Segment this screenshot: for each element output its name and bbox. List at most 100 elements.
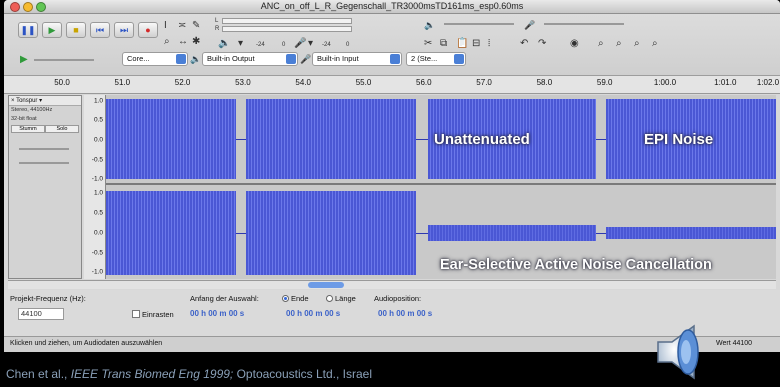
sync-lock-icon[interactable]: ◉ — [570, 38, 579, 49]
pause-button[interactable]: ❚❚ — [18, 22, 38, 38]
record-button[interactable]: ● — [138, 22, 158, 38]
track-control-panel: × Tonspur ▾ Stereo, 44100Hz 32-bit float… — [8, 95, 82, 279]
track-buttons: Stumm Solo — [11, 125, 79, 133]
title-bar: ANC_on_off_L_R_Gegenschall_TR3000msTD161… — [4, 0, 780, 14]
record-volume-slider[interactable] — [544, 23, 624, 25]
noise-burst — [246, 99, 416, 179]
mute-button[interactable]: Stumm — [11, 125, 45, 133]
y-tick: 0.5 — [93, 209, 103, 217]
mic-volume-icon: 🎤 — [524, 20, 536, 30]
selection-start-label: Anfang der Auswahl: — [190, 294, 259, 303]
ruler-tick: 59.0 — [596, 78, 613, 87]
ruler-tick: 1:00.0 — [653, 78, 677, 87]
skip-end-button[interactable]: ⏭ — [114, 22, 134, 38]
playback-meter[interactable] — [222, 18, 352, 24]
audio-position-time[interactable]: 00 h 00 m 00 s — [378, 309, 432, 318]
timeshift-tool-icon[interactable]: ↔ — [178, 36, 188, 47]
undo-icon[interactable]: ↶ — [520, 38, 528, 49]
output-device-value: Built-in Output — [207, 54, 255, 63]
y-tick: 0.0 — [93, 229, 103, 237]
redo-icon[interactable]: ↷ — [538, 38, 546, 49]
noise-burst — [106, 99, 236, 179]
draw-tool-icon[interactable]: ✎ — [192, 20, 200, 31]
trim-icon[interactable]: ⊟ — [472, 38, 480, 49]
citation: Chen et al., IEEE Trans Biomed Eng 1999;… — [6, 367, 372, 381]
ruler-tick: 55.0 — [355, 78, 372, 87]
channels-select[interactable]: 2 (Ste... — [406, 52, 466, 66]
skip-start-button[interactable]: ⏮ — [90, 22, 110, 38]
unattenuated-label: Unattenuated — [434, 131, 530, 148]
ruler-tick: 50.0 — [54, 78, 70, 87]
scrollbar-thumb[interactable] — [308, 282, 344, 288]
selection-end-time[interactable]: 00 h 00 m 00 s — [286, 309, 340, 318]
meter-tick: -24 — [256, 42, 265, 48]
pan-slider[interactable] — [19, 162, 69, 164]
playback-volume-slider[interactable] — [444, 23, 514, 25]
record-meter[interactable] — [222, 26, 352, 32]
ruler-tick: 54.0 — [295, 78, 311, 87]
horizontal-scrollbar[interactable] — [8, 280, 776, 289]
speaker-icon: 🔈 — [218, 38, 231, 49]
paste-icon[interactable]: 📋 — [456, 38, 468, 49]
multi-tool-icon[interactable]: ✱ — [192, 36, 200, 47]
cut-icon[interactable]: ✂ — [424, 38, 432, 49]
silence-icon[interactable]: ⦙ — [488, 38, 490, 49]
length-radio[interactable]: Länge — [324, 294, 356, 303]
zoom-in-icon[interactable]: ⌕ — [598, 38, 604, 49]
track-info-1: Stereo, 44100Hz — [11, 107, 53, 113]
meter-tick: 0 — [282, 42, 286, 48]
envelope-tool-icon[interactable]: ≍ — [178, 20, 186, 31]
input-device-value: Built-in Input — [317, 54, 359, 63]
timeline-ruler[interactable]: 50.0 51.0 52.0 53.0 54.0 55.0 56.0 57.0 58.0 59.0… — [4, 76, 780, 94]
end-radio[interactable]: Ende — [280, 294, 309, 303]
audio-speaker-icon[interactable] — [650, 318, 720, 386]
slide: ANC_on_off_L_R_Gegenschall_TR3000msTD161… — [0, 0, 780, 387]
ruler-tick: 58.0 — [536, 78, 553, 87]
track-info-2: 32-bit float — [11, 116, 37, 122]
fit-project-icon[interactable]: ⌕ — [652, 38, 658, 49]
output-device-select[interactable]: Built-in Output — [202, 52, 298, 66]
audacity-window: ANC_on_off_L_R_Gegenschall_TR3000msTD161… — [4, 0, 780, 352]
checkbox-icon — [132, 310, 140, 318]
copy-icon[interactable]: ⧉ — [440, 38, 447, 49]
y-tick: -0.5 — [91, 249, 103, 257]
chevron-down-icon — [454, 54, 464, 64]
track-name-menu[interactable]: × Tonspur ▾ — [9, 96, 81, 106]
record-meter-menu-icon[interactable]: ▾ — [308, 38, 313, 49]
waveform-area[interactable]: Unattenuated EPI Noise Ear-Selective Act… — [106, 95, 776, 279]
play-speed-slider[interactable] — [34, 59, 94, 61]
project-rate-select[interactable]: 44100 — [18, 308, 64, 320]
stop-button[interactable]: ■ — [66, 22, 86, 38]
audio-host-value: Core... — [127, 54, 150, 63]
end-label: Ende — [291, 294, 309, 303]
noise-burst — [106, 191, 236, 275]
playback-meter-menu-icon[interactable]: ▾ — [238, 38, 243, 49]
meter-tick: 0 — [346, 42, 350, 48]
window-title: ANC_on_off_L_R_Gegenschall_TR3000msTD161… — [260, 1, 524, 11]
play-button[interactable]: ▶ — [42, 22, 62, 38]
citation-authors: Chen et al., — [6, 367, 71, 381]
y-tick: -1.0 — [91, 268, 103, 276]
play-at-speed-icon[interactable]: ▶ — [20, 54, 28, 65]
zoom-out-icon[interactable]: ⌕ — [616, 38, 622, 49]
selection-tool-icon[interactable]: I — [164, 20, 167, 31]
ruler-tick: 52.0 — [174, 78, 191, 87]
selection-start-time[interactable]: 00 h 00 m 00 s — [190, 309, 244, 318]
track-name: Tonspur — [16, 98, 38, 104]
zoom-tool-icon[interactable]: ⌕ — [164, 36, 170, 47]
ruler-tick: 51.0 — [114, 78, 131, 87]
solo-button[interactable]: Solo — [45, 125, 79, 133]
meter-l-label: L — [215, 18, 219, 24]
toolbar: ❚❚ ▶ ■ ⏮ ⏭ ● I ≍ ✎ ⌕ ↔ ✱ L R 🔈 ▾ -24 0 🎤… — [4, 14, 780, 76]
chevron-down-icon — [286, 54, 296, 64]
length-label: Länge — [335, 294, 356, 303]
radio-icon — [326, 295, 333, 302]
gain-slider[interactable] — [19, 148, 69, 150]
fit-selection-icon[interactable]: ⌕ — [634, 38, 640, 49]
y-tick: 1.0 — [93, 189, 103, 197]
snap-checkbox[interactable]: Einrasten — [132, 310, 174, 319]
input-device-select[interactable]: Built-in Input — [312, 52, 402, 66]
microphone-icon: 🎤 — [294, 38, 307, 49]
audio-host-select[interactable]: Core... — [122, 52, 188, 66]
y-tick: 0.0 — [93, 136, 103, 144]
